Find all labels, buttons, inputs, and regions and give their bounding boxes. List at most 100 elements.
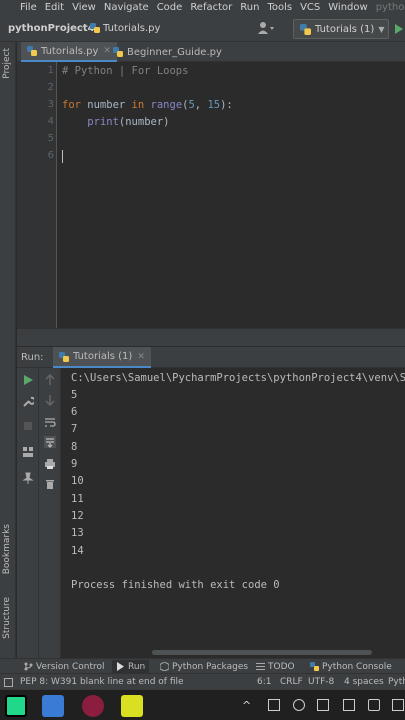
line-number: 5 xyxy=(47,133,54,144)
indent-setting[interactable]: 4 spaces xyxy=(344,677,384,687)
run-window-title: Run: xyxy=(21,352,44,363)
panel-splitter[interactable] xyxy=(17,328,405,346)
menu-edit[interactable]: Edit xyxy=(45,2,64,13)
tool-label: Run xyxy=(128,661,146,672)
menu-code[interactable]: Code xyxy=(157,2,183,13)
run-configuration-select[interactable]: Tutorials (1) ▼ xyxy=(293,19,389,39)
console-line: 5 xyxy=(71,389,78,401)
line-number: 6 xyxy=(47,150,54,161)
tray-app-icon[interactable] xyxy=(293,699,305,711)
toggle-tool-windows-icon[interactable] xyxy=(4,678,13,687)
code-token: for xyxy=(62,99,81,111)
print-icon[interactable] xyxy=(44,458,56,470)
code-token: ): xyxy=(220,99,233,111)
menu-refactor[interactable]: Refactor xyxy=(190,2,232,13)
chevron-down-icon: ▼ xyxy=(378,24,385,34)
run-console-output[interactable]: C:\Users\Samuel\PycharmProjects\pythonPr… xyxy=(62,368,405,648)
tool-label: Python Packages xyxy=(172,661,249,672)
line-number: 4 xyxy=(47,116,54,127)
console-line: 14 xyxy=(71,545,84,557)
console-horizontal-scrollbar[interactable] xyxy=(62,648,405,658)
user-account-icon[interactable] xyxy=(258,21,274,35)
structure-tool-tab[interactable]: Structure xyxy=(2,597,12,639)
menu-file[interactable]: File xyxy=(20,2,37,13)
stop-icon[interactable] xyxy=(22,420,34,432)
menu-run[interactable]: Run xyxy=(240,2,259,13)
windows-taskbar: ^ xyxy=(0,689,405,720)
cursor-position[interactable]: 6:1 xyxy=(257,677,271,687)
layout-icon[interactable] xyxy=(22,446,34,458)
run-toolbar-secondary xyxy=(39,368,61,658)
console-line: 11 xyxy=(71,493,84,505)
menu-navigate[interactable]: Navigate xyxy=(104,2,149,13)
text-caret xyxy=(62,150,63,163)
code-line: # Python | For Loops xyxy=(62,65,188,77)
python-console-tool-button[interactable]: Python Console xyxy=(310,660,392,673)
code-token: print xyxy=(87,116,119,128)
menu-vcs[interactable]: VCS xyxy=(300,2,320,13)
python-packages-tool-button[interactable]: Python Packages xyxy=(160,660,248,673)
console-line: 10 xyxy=(71,475,84,487)
arrow-down-icon[interactable] xyxy=(44,394,56,406)
menu-bar: File Edit View Navigate Code Refactor Ru… xyxy=(0,0,405,14)
todo-tool-button[interactable]: TODO xyxy=(256,660,295,673)
tray-app-icon[interactable] xyxy=(343,699,355,711)
soft-wrap-icon[interactable] xyxy=(44,416,56,428)
battery-icon[interactable] xyxy=(368,699,380,711)
python-file-icon xyxy=(90,23,100,33)
menu-window[interactable]: Window xyxy=(328,2,367,13)
close-icon[interactable]: ✕ xyxy=(137,352,145,362)
window-title: pytho xyxy=(375,1,405,13)
project-tool-tab[interactable]: Project xyxy=(2,48,12,79)
run-tab-label: Tutorials (1) xyxy=(73,351,133,362)
tool-label: Version Control xyxy=(36,661,105,672)
python-interpreter[interactable]: Pyth xyxy=(388,677,405,687)
recorder-app-icon[interactable] xyxy=(82,695,104,717)
run-window-header: Run: Tutorials (1) ✕ xyxy=(17,347,405,368)
pin-icon[interactable] xyxy=(22,472,34,484)
line-separator[interactable]: CRLF xyxy=(280,677,303,687)
python-file-icon xyxy=(113,47,123,57)
console-line: 9 xyxy=(71,458,78,470)
line-number: 2 xyxy=(47,82,54,93)
code-token: in xyxy=(131,99,145,111)
tray-app-icon[interactable] xyxy=(392,699,404,711)
photos-app-icon[interactable] xyxy=(42,695,64,717)
arrow-up-icon[interactable] xyxy=(44,374,56,386)
rerun-icon[interactable] xyxy=(22,374,34,386)
console-line: 12 xyxy=(71,510,84,522)
file-encoding[interactable]: UTF-8 xyxy=(308,677,334,687)
menu-tools[interactable]: Tools xyxy=(267,2,292,13)
pycharm-app-icon[interactable] xyxy=(5,695,27,717)
menu-view[interactable]: View xyxy=(72,2,96,13)
code-token: , xyxy=(194,99,208,111)
python-console-icon xyxy=(310,662,319,671)
status-message[interactable]: PEP 8: W391 blank line at end of file xyxy=(20,677,184,687)
scroll-to-end-icon[interactable] xyxy=(44,436,56,448)
code-editor[interactable]: # Python | For Loops for number in range… xyxy=(58,62,405,328)
console-exit-message: Process finished with exit code 0 xyxy=(71,579,280,591)
play-icon xyxy=(117,662,124,671)
run-play-icon[interactable] xyxy=(395,24,403,34)
python-file-icon xyxy=(300,23,311,35)
chevron-up-icon[interactable]: ^ xyxy=(242,699,254,712)
line-number: 3 xyxy=(47,99,54,110)
trash-icon[interactable] xyxy=(44,478,56,490)
run-tool-button[interactable]: Run xyxy=(112,660,150,673)
scrollbar-thumb[interactable] xyxy=(152,650,372,655)
version-control-tool-button[interactable]: Version Control xyxy=(24,660,105,673)
wrench-icon[interactable] xyxy=(22,396,34,408)
console-line: 8 xyxy=(71,441,78,453)
tab-beginner-guide[interactable]: Beginner_Guide.py xyxy=(107,42,228,62)
editor-tab-bar: Tutorials.py ✕ Beginner_Guide.py xyxy=(17,42,405,62)
edit-app-icon[interactable] xyxy=(121,695,143,717)
tray-app-icon[interactable] xyxy=(268,699,280,711)
bottom-tool-bar: Version Control Run Python Packages TODO… xyxy=(0,658,405,673)
run-tab-tutorials[interactable]: Tutorials (1) ✕ xyxy=(53,347,151,368)
tray-app-icon[interactable] xyxy=(317,699,329,711)
tab-tutorials[interactable]: Tutorials.py ✕ xyxy=(21,42,117,62)
breadcrumb-separator-icon: › xyxy=(80,22,84,33)
breadcrumb-file[interactable]: Tutorials.py xyxy=(103,23,160,34)
bookmarks-tool-tab[interactable]: Bookmarks xyxy=(2,524,12,574)
